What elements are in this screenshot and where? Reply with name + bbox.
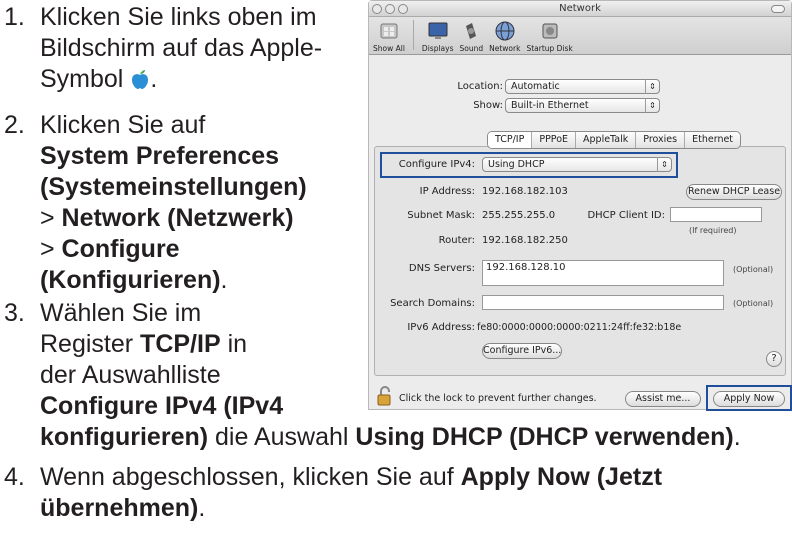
toolbar-label: Displays xyxy=(421,44,454,53)
renew-dhcp-lease-button[interactable]: Renew DHCP Lease xyxy=(686,184,782,200)
show-all-icon xyxy=(380,23,398,39)
close-button[interactable] xyxy=(372,4,382,14)
location-label: Location: xyxy=(457,81,503,92)
step-text: TCP/IP xyxy=(140,330,221,358)
step-text: Using DHCP (DHCP verwenden) xyxy=(355,423,734,451)
show-popup[interactable]: Built-in Ethernet ⇕ xyxy=(505,98,660,113)
displays-button[interactable]: Displays xyxy=(421,20,454,54)
step-text: . xyxy=(220,266,228,294)
network-globe-icon xyxy=(495,21,515,41)
step-text: Network (Netzwerk) xyxy=(61,204,294,232)
minimize-button[interactable] xyxy=(385,4,395,14)
ipv6-address-label: IPv6 Address: xyxy=(407,322,475,333)
lock-icon[interactable] xyxy=(377,386,393,406)
step-number: 2. xyxy=(4,111,25,139)
configure-ipv4-highlight xyxy=(380,152,678,178)
step-number: 3. xyxy=(4,299,25,327)
dhcp-client-id-field[interactable] xyxy=(670,207,762,222)
help-button[interactable]: ? xyxy=(766,351,782,367)
step-text: übernehmen) xyxy=(40,494,199,522)
dhcp-client-id-label: DHCP Client ID: xyxy=(587,210,665,221)
step-text: Klicken Sie links oben im xyxy=(40,3,317,31)
ipv6-address-value: fe80:0000:0000:0000:0211:24ff:fe32:b18e xyxy=(477,322,682,333)
configure-ipv6-button[interactable]: Configure IPv6... xyxy=(482,343,562,359)
step-text: in xyxy=(220,330,248,358)
step-text: Apply Now (Jetzt xyxy=(460,463,663,491)
step-text: Register xyxy=(40,330,141,358)
optional-hint: (Optional) xyxy=(733,299,774,308)
tab-pppoe[interactable]: PPPoE xyxy=(532,132,577,148)
step-text: (Systemeinstellungen) xyxy=(40,173,307,201)
startup-disk-button[interactable]: Startup Disk xyxy=(526,20,573,54)
step-text: Bildschirm auf das Apple- xyxy=(40,34,323,62)
step-text: > xyxy=(40,204,62,232)
network-button[interactable]: Network xyxy=(489,20,520,54)
toolbar-toggle-button[interactable] xyxy=(771,5,785,13)
step-text: (Konfigurieren) xyxy=(40,266,221,294)
window-title: Network xyxy=(559,3,601,14)
apple-icon xyxy=(132,70,149,89)
network-preferences-window: Network Show All Displays Sound Network … xyxy=(368,0,792,411)
tab-proxies[interactable]: Proxies xyxy=(636,132,686,148)
apply-now-highlight xyxy=(706,385,792,411)
toolbar: Show All Displays Sound Network Startup … xyxy=(369,17,791,55)
step-text: der Auswahlliste xyxy=(40,361,221,389)
step-text: System Preferences xyxy=(40,142,280,170)
tab-ethernet[interactable]: Ethernet xyxy=(685,132,740,148)
step-text: > xyxy=(40,235,62,263)
step-text: Configure IPv4 (IPv4 xyxy=(40,392,284,420)
show-label: Show: xyxy=(473,100,503,111)
zoom-button[interactable] xyxy=(398,4,408,14)
step-text: . xyxy=(150,65,158,93)
title-bar: Network xyxy=(369,1,791,17)
tab-tcpip[interactable]: TCP/IP xyxy=(488,132,533,148)
subnet-mask-label: Subnet Mask: xyxy=(407,210,475,221)
if-required-hint: (If required) xyxy=(689,226,737,235)
dns-servers-label: DNS Servers: xyxy=(408,263,475,274)
sound-button[interactable]: Sound xyxy=(459,20,483,54)
ip-address-label: IP Address: xyxy=(419,186,475,197)
step-text: . xyxy=(733,423,741,451)
show-all-button[interactable]: Show All xyxy=(373,20,405,54)
toolbar-label: Sound xyxy=(459,44,484,53)
step-3-continued: konfigurieren) die Auswahl Using DHCP (D… xyxy=(40,422,741,453)
search-domains-field[interactable] xyxy=(482,295,724,310)
step-text: Klicken Sie auf xyxy=(40,111,206,139)
lock-message: Click the lock to prevent further change… xyxy=(399,393,597,404)
router-label: Router: xyxy=(438,235,475,246)
optional-hint: (Optional) xyxy=(733,265,774,274)
tab-bar: TCP/IP PPPoE AppleTalk Proxies Ethernet xyxy=(487,131,742,149)
stepper-arrows-icon: ⇕ xyxy=(645,79,659,94)
ip-address-value: 192.168.182.103 xyxy=(482,186,568,197)
search-domains-label: Search Domains: xyxy=(390,298,475,309)
assist-me-button[interactable]: Assist me... xyxy=(625,391,701,407)
toolbar-label: Network xyxy=(489,44,521,53)
step-text: Wählen Sie im xyxy=(40,299,202,327)
dns-servers-field[interactable]: 192.168.128.10 xyxy=(482,260,724,286)
toolbar-label: Show All xyxy=(373,44,405,53)
displays-icon xyxy=(428,22,448,39)
step-text: die Auswahl xyxy=(208,423,356,451)
toolbar-label: Startup Disk xyxy=(526,44,573,53)
tab-appletalk[interactable]: AppleTalk xyxy=(576,132,637,148)
show-value: Built-in Ethernet xyxy=(511,100,589,111)
step-text: Wenn abgeschlossen, klicken Sie auf xyxy=(40,463,461,491)
speaker-icon xyxy=(466,23,477,39)
disk-icon xyxy=(542,23,558,39)
step-text: . xyxy=(198,494,206,522)
step-number: 1. xyxy=(4,3,25,31)
step-text: Configure xyxy=(61,235,180,263)
step-text: Symbol xyxy=(40,65,124,93)
location-popup[interactable]: Automatic ⇕ xyxy=(505,79,660,94)
step-number: 4. xyxy=(4,463,25,491)
stepper-arrows-icon: ⇕ xyxy=(645,98,659,113)
toolbar-separator xyxy=(412,20,414,50)
subnet-mask-value: 255.255.255.0 xyxy=(482,210,556,221)
router-value: 192.168.182.250 xyxy=(482,235,568,246)
step-text: konfigurieren) xyxy=(40,423,209,451)
location-value: Automatic xyxy=(511,81,560,92)
